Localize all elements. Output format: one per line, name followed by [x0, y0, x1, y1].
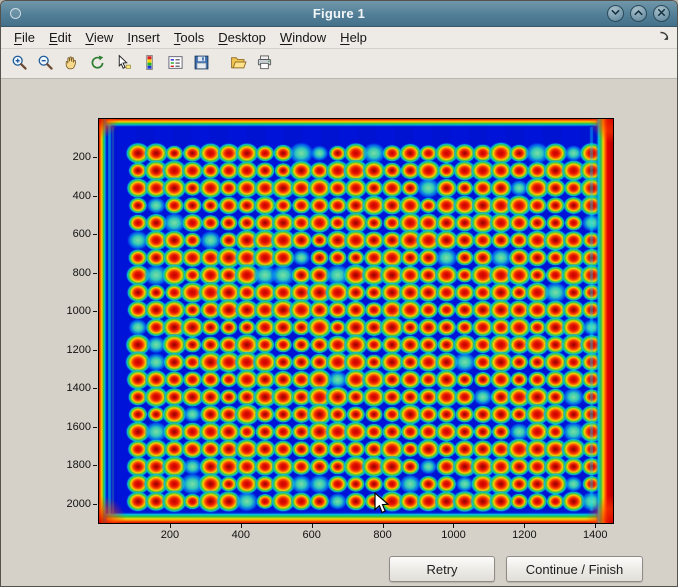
minimize-button[interactable] [607, 5, 624, 22]
y-tick-mark [93, 465, 97, 466]
y-tick-mark [93, 388, 97, 389]
y-tick-label: 400 [47, 190, 91, 203]
x-tick-label: 400 [221, 529, 261, 542]
open-folder-button[interactable] [226, 52, 250, 76]
toolbar-separator [215, 54, 224, 74]
menu-view[interactable]: View [78, 28, 120, 47]
save-icon [193, 54, 210, 74]
x-tick-mark [312, 524, 313, 528]
x-tick-label: 200 [150, 529, 190, 542]
x-tick-label: 1200 [504, 529, 544, 542]
y-tick-label: 1800 [47, 459, 91, 472]
chevron-up-icon [633, 6, 644, 21]
menu-window[interactable]: Window [273, 28, 333, 47]
x-tick-mark [383, 524, 384, 528]
menu-edit[interactable]: Edit [42, 28, 78, 47]
y-tick-mark [93, 273, 97, 274]
rotate-3d-button[interactable] [85, 52, 109, 76]
x-tick-label: 600 [292, 529, 332, 542]
print-button[interactable] [252, 52, 276, 76]
dock-figure-icon [657, 29, 671, 46]
x-tick-mark [595, 524, 596, 528]
x-tick-mark [453, 524, 454, 528]
y-tick-label: 800 [47, 267, 91, 280]
y-tick-label: 600 [47, 228, 91, 241]
x-tick-mark [524, 524, 525, 528]
chevron-down-icon [610, 6, 621, 21]
y-tick-mark [93, 196, 97, 197]
close-icon [656, 6, 667, 21]
y-tick-label: 200 [47, 151, 91, 164]
pan-button[interactable] [59, 52, 83, 76]
retry-button[interactable]: Retry [389, 556, 495, 582]
zoom-in-icon [11, 54, 28, 74]
menubar: FileEditViewInsertToolsDesktopWindowHelp [1, 27, 677, 49]
x-tick-mark [170, 524, 171, 528]
pan-icon [63, 54, 80, 74]
y-tick-mark [93, 427, 97, 428]
legend-icon [167, 54, 184, 74]
titlebar[interactable]: Figure 1 [1, 1, 677, 27]
y-tick-mark [93, 157, 97, 158]
data-cursor-icon [115, 54, 132, 74]
y-tick-label: 1400 [47, 382, 91, 395]
colorbar-button[interactable] [137, 52, 161, 76]
print-icon [256, 54, 273, 74]
close-button[interactable] [653, 5, 670, 22]
zoom-out-icon [37, 54, 54, 74]
rotate-3d-icon [89, 54, 106, 74]
y-tick-label: 2000 [47, 498, 91, 511]
y-tick-mark [93, 350, 97, 351]
y-tick-mark [93, 234, 97, 235]
figure-window: Figure 1 FileEditViewInsertToolsDesktopW… [0, 0, 678, 587]
menu-help[interactable]: Help [333, 28, 374, 47]
continue-finish-button[interactable]: Continue / Finish [506, 556, 643, 582]
zoom-in-button[interactable] [7, 52, 31, 76]
save-button[interactable] [189, 52, 213, 76]
menu-file[interactable]: File [7, 28, 42, 47]
maximize-button[interactable] [630, 5, 647, 22]
window-controls [607, 5, 670, 22]
plot-image[interactable] [99, 119, 613, 523]
figure-canvas-area: Retry Continue / Finish 200 400 600 800 1000… [1, 79, 677, 587]
dock-figure-button[interactable] [655, 29, 673, 47]
y-tick-mark [93, 311, 97, 312]
menu-insert[interactable]: Insert [120, 28, 167, 47]
y-tick-mark [93, 504, 97, 505]
menu-items: FileEditViewInsertToolsDesktopWindowHelp [7, 28, 374, 47]
menu-desktop[interactable]: Desktop [211, 28, 273, 47]
menu-tools[interactable]: Tools [167, 28, 211, 47]
zoom-out-button[interactable] [33, 52, 57, 76]
plot-axes-box [98, 118, 614, 524]
colorbar-icon [141, 54, 158, 74]
y-tick-label: 1600 [47, 421, 91, 434]
x-tick-label: 1000 [433, 529, 473, 542]
y-tick-label: 1200 [47, 344, 91, 357]
y-tick-label: 1000 [47, 305, 91, 318]
open-folder-icon [230, 54, 247, 74]
x-tick-label: 800 [363, 529, 403, 542]
toolbar [1, 49, 677, 79]
x-tick-label: 1400 [575, 529, 615, 542]
x-tick-mark [241, 524, 242, 528]
window-title: Figure 1 [1, 6, 677, 21]
data-cursor-button[interactable] [111, 52, 135, 76]
legend-button[interactable] [163, 52, 187, 76]
